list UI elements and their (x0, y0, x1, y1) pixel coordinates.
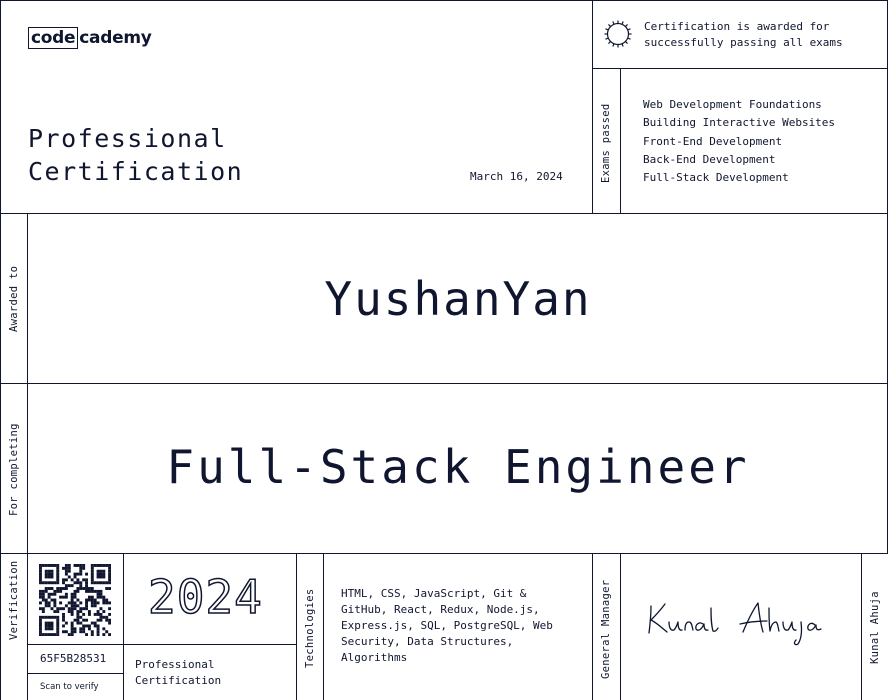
exams-list: Web Development Foundations Building Int… (643, 96, 835, 187)
technologies-label: Technologies (304, 588, 316, 668)
certificate-title-line1: Professional (28, 124, 227, 153)
signature-image (648, 602, 822, 646)
technologies-list: HTML, CSS, JavaScript, Git & GitHub, Rea… (341, 586, 581, 666)
technologies-line: HTML, CSS, JavaScript, Git & (341, 587, 527, 600)
top-border (0, 0, 888, 1)
awarded-note: Certification is awarded for successfull… (644, 19, 843, 51)
scan-to-verify-text: Scan to verify (40, 682, 99, 692)
bottom-cert-line1: Professional (135, 658, 215, 671)
divider-header-center (592, 0, 593, 213)
badge-seal-icon (604, 20, 632, 48)
divider-tech-right (592, 553, 593, 700)
divider-exams-label (620, 68, 621, 213)
certificate-title: Professional Certification (28, 122, 243, 188)
awarded-note-line1: Certification is awarded for (644, 20, 830, 33)
bottom-cert-line2: Certification (135, 674, 222, 687)
divider-year-right (296, 553, 297, 700)
logo-rest-text: cademy (79, 28, 152, 48)
certificate-year: 2024 (147, 569, 263, 625)
exam-item: Back-End Development (643, 152, 776, 166)
awarded-to-label: Awarded to (8, 265, 20, 332)
technologies-line: Algorithms (341, 651, 408, 664)
certificate-title-line2: Certification (28, 157, 244, 186)
technologies-line: Express.js, SQL, PostgreSQL, Web (341, 619, 553, 632)
divider-qr-bottom (28, 644, 123, 645)
divider-header-bottom (0, 213, 888, 214)
for-completing-label: For completing (8, 423, 20, 516)
bottom-certification-label: Professional Certification (135, 657, 221, 689)
program-title: Full-Stack Engineer (166, 440, 750, 494)
recipient-name: YushanYan (324, 272, 592, 326)
exam-item: Building Interactive Websites (643, 116, 836, 130)
divider-header-right (593, 68, 888, 69)
divider-id-bottom (28, 673, 123, 674)
signer-name-label: Kunal Ahuja (869, 591, 881, 664)
divider-qr-right (123, 553, 124, 700)
divider-name-bottom (0, 383, 888, 384)
verification-label: Verification (8, 560, 20, 640)
logo-box-text: code (28, 27, 79, 49)
technologies-line: GitHub, React, Redux, Node.js, (341, 603, 540, 616)
divider-tech-label (323, 553, 324, 700)
left-border (0, 0, 1, 700)
qr-code-icon[interactable] (39, 564, 111, 636)
awarded-note-line2: successfully passing all exams (644, 36, 843, 49)
exam-item: Front-End Development (643, 134, 783, 148)
technologies-line: Security, Data Structures, (341, 635, 514, 648)
certificate-date: March 16, 2024 (470, 170, 563, 183)
exams-passed-label: Exams passed (600, 103, 612, 183)
divider-year-bottom (123, 644, 296, 645)
codecademy-logo: code cademy (28, 27, 152, 49)
divider-program-bottom (0, 553, 888, 554)
divider-gm-label (620, 553, 621, 700)
general-manager-label: General Manager (600, 579, 612, 679)
exam-item: Full-Stack Development (643, 171, 789, 185)
exam-item: Web Development Foundations (643, 98, 822, 111)
verification-id: 65F5B28531 (40, 652, 107, 665)
divider-signer-label (861, 553, 862, 700)
